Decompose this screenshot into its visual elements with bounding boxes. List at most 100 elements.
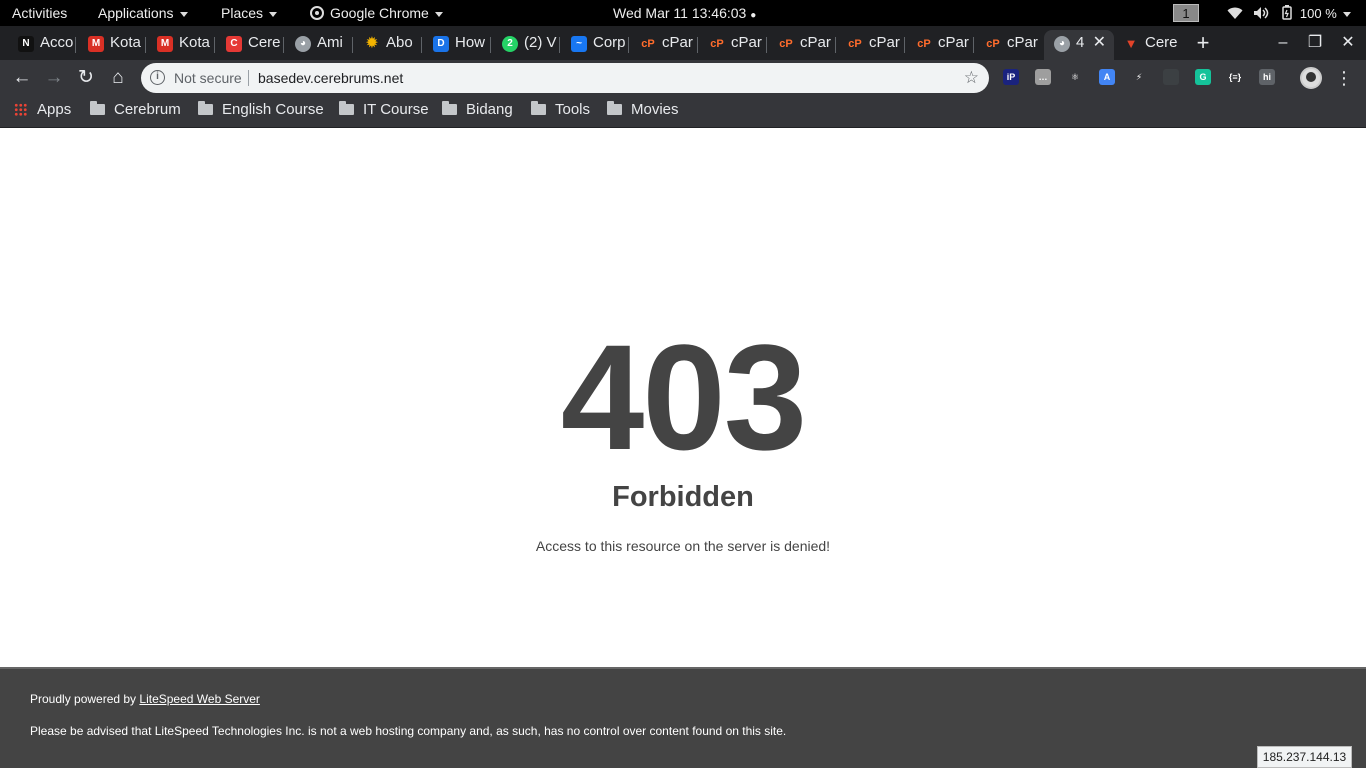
maximize-icon[interactable]: ❐ [1300, 26, 1330, 60]
tab-separator [904, 37, 905, 53]
notification-dot-icon: ● [750, 10, 757, 21]
bookmark-folder[interactable]: Tools [531, 96, 590, 126]
bolt-icon[interactable]: ⚡ [1131, 69, 1147, 85]
clock-label: Wed Mar 11 13:46:03 [613, 5, 747, 21]
ip-address-badge: 185.237.144.13 [1257, 746, 1352, 768]
hola-icon[interactable]: hi [1259, 69, 1275, 85]
tab-title: cPar [869, 34, 900, 51]
tab-separator [835, 37, 836, 53]
activities-button[interactable]: Activities [12, 0, 67, 26]
info-icon[interactable]: i [150, 70, 165, 85]
chevron-down-icon [1342, 11, 1351, 17]
tab-separator [145, 37, 146, 53]
workspace-indicator[interactable]: 1 [1173, 4, 1199, 22]
litespeed-link[interactable]: LiteSpeed Web Server [139, 692, 260, 706]
browser-tab[interactable]: ~ Corp [561, 30, 629, 60]
tab-title: Cere [1145, 34, 1178, 51]
ip-icon[interactable]: iP [1003, 69, 1019, 85]
tab-title: cPar [938, 34, 969, 51]
globe-icon: ◕ [1054, 36, 1070, 52]
browser-tab[interactable]: cP cPar [768, 30, 836, 60]
bookmark-folder-label: Movies [631, 101, 679, 118]
wifi-icon[interactable] [1227, 0, 1243, 26]
bookmark-folder[interactable]: Movies [607, 96, 679, 126]
bookmark-folder[interactable]: Cerebrum [90, 96, 181, 126]
tab-title: cPar [662, 34, 693, 51]
footer-notice: Please be advised that LiteSpeed Technol… [30, 724, 787, 738]
minimize-icon[interactable]: ‒ [1268, 26, 1298, 60]
volume-icon[interactable] [1253, 0, 1269, 26]
page-footer: Proudly powered by LiteSpeed Web Server … [0, 667, 1366, 768]
bookmark-folder-label: English Course [222, 101, 324, 118]
browser-tab[interactable]: cP cPar [630, 30, 698, 60]
home-icon[interactable]: ⌂ [104, 64, 132, 92]
chevron-down-icon [269, 11, 278, 17]
tab-separator [766, 37, 767, 53]
browser-tab[interactable]: ✹ Abo [354, 30, 422, 60]
tab-title: 4 [1076, 34, 1085, 51]
browser-tab[interactable]: 2 (2) V [492, 30, 560, 60]
clock[interactable]: Wed Mar 11 13:46:03 ● [613, 0, 756, 26]
tab-favicon-icon: C [226, 36, 242, 52]
more-menu-icon[interactable]: ⋮ [1334, 64, 1354, 92]
react-icon[interactable]: ⚛ [1067, 69, 1083, 85]
cpanel-icon: cP [710, 38, 724, 50]
tab-separator [559, 37, 560, 53]
tab-separator [628, 37, 629, 53]
tab-favicon-icon: D [433, 36, 449, 52]
address-bar[interactable]: i Not secure basedev.cerebrums.net ☆ [141, 63, 989, 93]
new-tab-button[interactable]: + [1188, 26, 1218, 60]
forward-arrow-icon[interactable]: → [40, 64, 68, 92]
bookmark-apps-label: Apps [37, 101, 72, 118]
browser-tab[interactable]: D How [423, 30, 491, 60]
url-text[interactable]: basedev.cerebrums.net [258, 63, 403, 93]
browser-tab[interactable]: M Kota [147, 30, 215, 60]
json-icon[interactable]: {≡} [1227, 69, 1243, 85]
profile-avatar[interactable] [1300, 67, 1322, 89]
footer-prefix: Proudly powered by [30, 692, 140, 706]
tab-favicon-icon: M [157, 36, 173, 52]
bookmark-star-icon[interactable]: ☆ [964, 63, 979, 93]
back-arrow-icon[interactable]: ← [8, 64, 36, 92]
puzzle-icon[interactable] [1163, 69, 1179, 85]
browser-tab[interactable]: cP cPar [975, 30, 1043, 60]
folder-icon [198, 101, 213, 115]
gitlab-icon: ▼ [1124, 36, 1138, 51]
tab-separator [283, 37, 284, 53]
browser-tab[interactable]: ◕ Ami [285, 30, 353, 60]
tab-favicon-icon: ~ [571, 36, 587, 52]
security-indicator[interactable]: Not secure [174, 63, 242, 93]
bookmark-folder[interactable]: Bidang [442, 96, 513, 126]
browser-tab[interactable]: C Cere [216, 30, 284, 60]
tab-favicon-icon: N [18, 36, 34, 52]
bookmark-folder-label: IT Course [363, 101, 429, 118]
browser-tab[interactable]: ▼ Cere [1113, 30, 1181, 60]
close-window-icon[interactable]: ✕ [1333, 26, 1363, 60]
tab-title: How [455, 34, 486, 51]
bookmark-apps[interactable]: Apps [14, 96, 71, 126]
browser-tab[interactable]: cP cPar [906, 30, 974, 60]
battery-indicator[interactable]: 100 % [1282, 0, 1351, 26]
browser-tab[interactable]: ◕ 4 ✕ [1044, 30, 1114, 60]
tab-title: (2) V [524, 34, 557, 51]
tab-separator [214, 37, 215, 53]
places-menu[interactable]: Places [221, 0, 278, 26]
reload-icon[interactable]: ↻ [72, 64, 100, 92]
close-tab-icon[interactable]: ✕ [1093, 30, 1106, 56]
apps-grid-icon [14, 103, 27, 116]
browser-tab[interactable]: N Acco [8, 30, 76, 60]
chat-icon[interactable]: … [1035, 69, 1051, 85]
address-bar-divider [248, 70, 249, 86]
places-label: Places [221, 5, 264, 21]
tab-separator [75, 37, 76, 53]
grammarly-icon[interactable]: G [1195, 69, 1211, 85]
app-menu[interactable]: Google Chrome [310, 0, 443, 26]
translate-icon[interactable]: A [1099, 69, 1115, 85]
bookmark-folder[interactable]: IT Course [339, 96, 429, 126]
tab-title: cPar [731, 34, 762, 51]
bookmark-folder[interactable]: English Course [198, 96, 324, 126]
browser-tab[interactable]: M Kota [78, 30, 146, 60]
browser-tab[interactable]: cP cPar [699, 30, 767, 60]
browser-tab[interactable]: cP cPar [837, 30, 905, 60]
applications-menu[interactable]: Applications [98, 0, 188, 26]
